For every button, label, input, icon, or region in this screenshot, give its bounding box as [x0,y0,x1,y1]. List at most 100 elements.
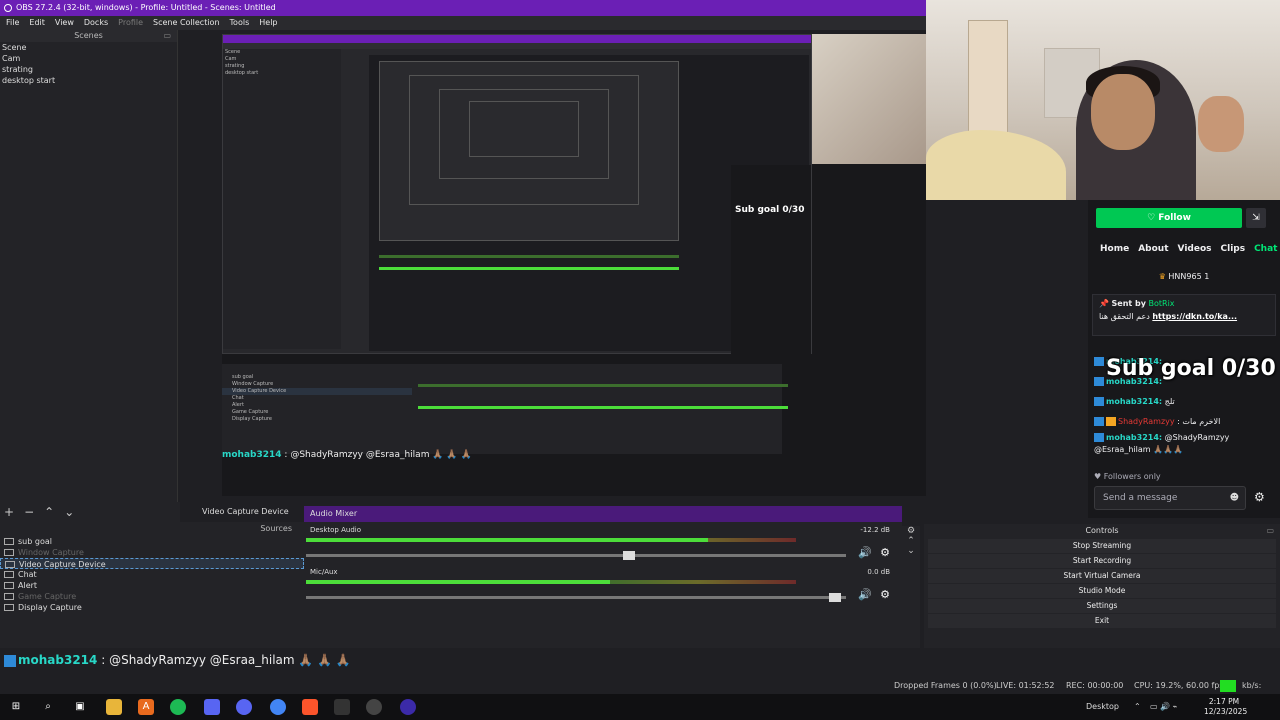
slider-knob[interactable] [623,551,636,560]
speaker-icon[interactable]: 🔊 [858,546,872,559]
scene-item[interactable]: Scene [0,42,177,53]
app-icon[interactable] [334,699,350,715]
gear-icon[interactable]: ⚙ [902,526,920,536]
menu-scene-collection[interactable]: Scene Collection [153,16,220,30]
move-down-icon[interactable]: ⌄ [64,502,74,522]
nested-source-item: Alert [232,402,244,408]
source-item[interactable]: Alert [0,580,304,591]
tab-chat[interactable]: Chat [1254,244,1277,254]
source-item[interactable]: Video Capture Device [0,558,304,569]
source-item[interactable]: sub goal [0,536,304,547]
nested-obs-capture: Scene Cam strating desktop start Sub goa… [222,34,812,355]
scene-item[interactable]: Cam [0,53,177,64]
nested-sources-dock: sub goal Window Capture Video Capture De… [222,364,788,460]
menu-profile[interactable]: Profile [118,16,143,30]
app-icon[interactable]: A [138,699,154,715]
chat-username[interactable]: mohab3214: [1106,433,1162,442]
pinned-link[interactable]: https://dkn.to/ka... [1152,312,1237,321]
tab-videos[interactable]: Videos [1178,244,1212,254]
notification-icon[interactable]: ⇲ [1246,208,1266,228]
start-recording-button[interactable]: Start Recording [928,554,1276,568]
volume-slider[interactable] [306,551,846,560]
caption-text: : @ShadyRamzyy @Esraa_hilam 🙏🏽 🙏🏽 🙏🏽 [101,653,351,667]
source-item[interactable]: Display Capture [0,602,304,613]
clock-time: 2:17 PM [1208,697,1240,706]
brave-icon[interactable] [302,699,318,715]
chrome-icon[interactable] [270,699,286,715]
tab-home[interactable]: Home [1100,244,1129,254]
add-icon[interactable]: + [4,502,14,522]
desktop-toolbar[interactable]: Desktop [1086,694,1119,720]
app-icon[interactable] [400,699,416,715]
follow-button[interactable]: ♡ Follow [1096,208,1242,228]
obs-icon[interactable] [366,699,382,715]
chevron-down-icon[interactable]: ⌄ [902,546,920,556]
chat-message: mohab3214: تلج [1094,392,1274,412]
chat-username[interactable]: mohab3214: [1106,397,1162,406]
source-label: Video Capture Device [19,560,106,569]
remove-icon[interactable]: − [24,502,34,522]
pinned-text: دعم التحقق هنا [1099,312,1150,321]
gear-icon[interactable]: ⚙ [880,588,890,601]
chevron-up-icon[interactable]: ⌃ [902,536,920,546]
chat-input[interactable]: Send a message ☻ [1094,486,1246,510]
undock-icon[interactable]: ▭ [1266,524,1274,538]
menu-help[interactable]: Help [259,16,277,30]
pinned-sender[interactable]: BotRix [1149,299,1175,308]
menu-edit[interactable]: Edit [29,16,45,30]
nested-scene-item: desktop start [225,70,259,76]
file-explorer-icon[interactable] [106,699,122,715]
taskbar-clock[interactable]: 2:17 PM 12/23/2025 [1204,697,1247,717]
chat-username[interactable]: ShadyRamzyy [1118,417,1175,426]
move-up-icon[interactable]: ⌃ [44,502,54,522]
discord-icon[interactable] [204,699,220,715]
windows-start-icon[interactable]: ⊞ [8,699,24,715]
start-virtual-camera-button[interactable]: Start Virtual Camera [928,569,1276,583]
speaker-icon[interactable]: 🔊 [858,588,872,601]
source-item[interactable]: Window Capture [0,547,304,558]
source-item[interactable]: Chat [0,569,304,580]
menu-docks[interactable]: Docks [84,16,108,30]
nested-source-item: Chat [232,395,244,401]
nested-subgoal-text: Sub goal 0/30 [735,205,805,215]
tray-chevron-icon[interactable]: ⌃ [1134,694,1141,720]
undock-icon[interactable]: ▭ [163,30,171,42]
studio-mode-button[interactable]: Studio Mode [928,584,1276,598]
slider-knob[interactable] [828,593,841,602]
rec-timer: REC: 00:00:00 [1066,681,1124,690]
chat-message: ShadyRamzyy : الاخرم مات [1094,412,1274,432]
exit-button[interactable]: Exit [928,614,1276,628]
source-item[interactable]: Game Capture [0,591,304,602]
scene-item[interactable]: desktop start [0,75,177,86]
volume-slider[interactable] [306,593,846,602]
task-view-icon[interactable]: ▣ [72,699,88,715]
emoji-icon[interactable]: ☻ [1230,487,1239,509]
source-icon [5,561,15,568]
tab-about[interactable]: About [1138,244,1168,254]
followers-only-label: Followers only [1103,472,1161,481]
chat-text: @ShadyRamzyy [1164,433,1230,442]
nested-source-item: Game Capture [232,409,269,415]
search-icon[interactable]: ⌕ [40,699,56,715]
menu-view[interactable]: View [55,16,74,30]
program-preview[interactable]: Scene Cam strating desktop start Sub goa… [222,34,926,496]
tray-icons[interactable]: ▭ 🔊 ⌁ [1150,694,1177,720]
nested-chat-overlay: Sub goal 0/30 [916,202,926,372]
mixer-track: Mic/Aux 0.0 dB 🔊 ⚙ [304,564,902,606]
stop-streaming-button[interactable]: Stop Streaming [928,539,1276,553]
gear-icon[interactable]: ⚙ [880,546,890,559]
source-icon [4,593,14,600]
follow-label: Follow [1158,213,1191,223]
scene-item[interactable]: strating [0,64,177,75]
discord-icon[interactable] [236,699,252,715]
chat-settings-icon[interactable]: ⚙ [1254,490,1265,504]
spotify-icon[interactable] [170,699,186,715]
nested-caption-text: : @ShadyRamzyy @Esraa_hilam 🙏🏽 🙏🏽 🙏🏽 [284,450,472,460]
viewer-badge: ♛ HNN965 1 [1088,272,1280,281]
tab-clips[interactable]: Clips [1221,244,1246,254]
menu-file[interactable]: File [6,16,19,30]
settings-button[interactable]: Settings [928,599,1276,613]
menu-tools[interactable]: Tools [230,16,250,30]
nested-chat-caption: mohab3214 : @ShadyRamzyy @Esraa_hilam 🙏🏽… [222,450,472,460]
source-icon [4,604,14,611]
